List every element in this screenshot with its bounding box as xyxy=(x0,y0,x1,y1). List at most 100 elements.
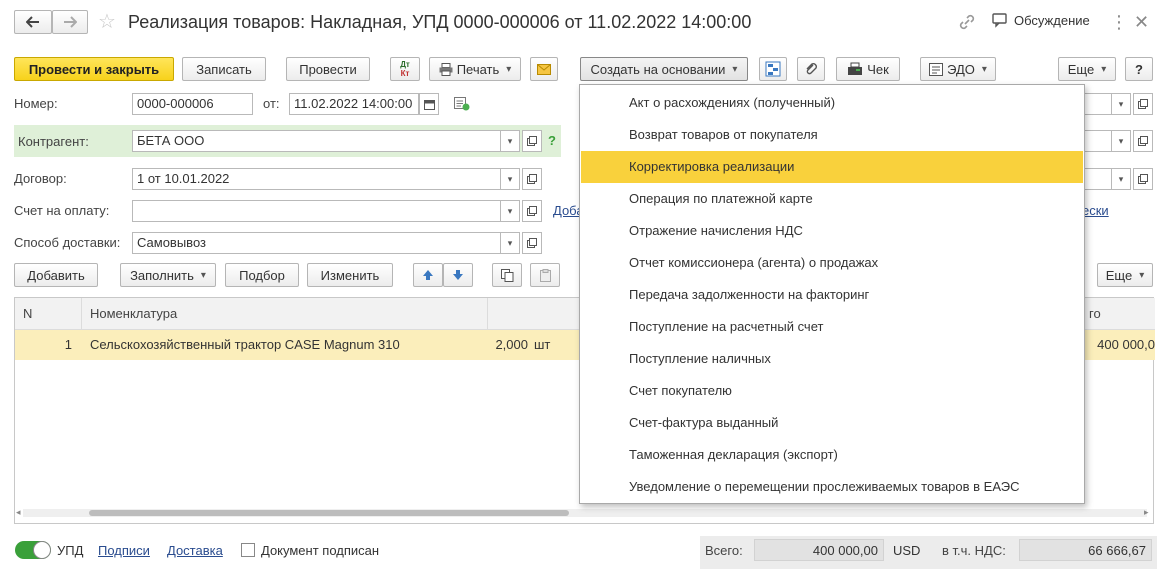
calendar-icon xyxy=(423,99,435,110)
cell-qty: 2,000 xyxy=(488,330,528,360)
menu-item[interactable]: Отчет комиссионера (агента) о продажах xyxy=(581,247,1083,279)
right-link[interactable]: ески xyxy=(1082,203,1109,218)
number-label: Номер: xyxy=(14,96,58,111)
contract-dropdown[interactable]: ▾ xyxy=(500,168,520,190)
dt-kt-button[interactable]: Дт Кт xyxy=(390,57,420,81)
attach-button[interactable] xyxy=(797,57,825,81)
move-down-button[interactable] xyxy=(443,263,473,287)
move-up-button[interactable] xyxy=(413,263,443,287)
right-field-3-dropdown[interactable]: ▾ xyxy=(1111,168,1131,190)
dt-kt-icon-top: Дт xyxy=(400,60,410,69)
upd-toggle-knob xyxy=(33,541,51,559)
discussion-button[interactable]: Обсуждение xyxy=(992,12,1090,28)
close-icon[interactable]: ✕ xyxy=(1134,10,1149,34)
counterparty-label: Контрагент: xyxy=(18,134,89,149)
calendar-button[interactable] xyxy=(419,93,439,115)
more-button[interactable]: Еще xyxy=(1058,57,1116,81)
upd-toggle[interactable] xyxy=(15,541,51,559)
menu-item[interactable]: Поступление наличных xyxy=(581,343,1083,375)
pick-button[interactable]: Подбор xyxy=(225,263,299,287)
col-header-n[interactable]: N xyxy=(15,298,82,330)
right-field-1-dropdown[interactable]: ▾ xyxy=(1111,93,1131,115)
currency-label: USD xyxy=(893,543,921,558)
upd-label: УПД xyxy=(57,543,84,558)
invoice-field[interactable] xyxy=(132,200,501,222)
create-based-on-button[interactable]: Создать на основании xyxy=(580,57,748,81)
menu-item[interactable]: Счет покупателю xyxy=(581,375,1083,407)
date-label: от: xyxy=(263,96,280,111)
table-more-button[interactable]: Еще xyxy=(1097,263,1153,287)
menu-item[interactable]: Счет-фактура выданный xyxy=(581,407,1083,439)
counterparty-help-icon[interactable]: ? xyxy=(548,133,556,148)
change-button[interactable]: Изменить xyxy=(307,263,393,287)
create-based-on-menu[interactable]: Акт о расхождениях (полученный) Возврат т… xyxy=(579,84,1085,504)
link-icon[interactable] xyxy=(958,13,976,34)
col-header-nomenclature[interactable]: Номенклатура xyxy=(82,298,488,330)
menu-item[interactable]: Корректировка реализации xyxy=(581,151,1083,183)
help-button[interactable]: ? xyxy=(1125,57,1153,81)
total-value: 400 000,00 xyxy=(754,539,884,561)
back-button[interactable] xyxy=(14,10,52,34)
menu-item[interactable]: Уведомление о перемещении прослеживаемых… xyxy=(581,471,1083,503)
email-button[interactable] xyxy=(530,57,558,81)
forward-button[interactable] xyxy=(52,10,88,34)
delivery-method-field[interactable]: Самовывоз xyxy=(132,232,501,254)
invoice-label: Счет на оплату: xyxy=(14,203,110,218)
invoice-dropdown[interactable]: ▾ xyxy=(500,200,520,222)
status-doc-icon[interactable] xyxy=(454,97,470,114)
menu-item[interactable]: Передача задолженности на факторинг xyxy=(581,279,1083,311)
envelope-icon xyxy=(537,63,551,75)
menu-item[interactable]: Операция по платежной карте xyxy=(581,183,1083,215)
vat-label: в т.ч. НДС: xyxy=(942,543,1006,558)
delivery-link[interactable]: Доставка xyxy=(167,543,223,558)
structure-button[interactable] xyxy=(759,57,787,81)
open-window-icon xyxy=(1138,99,1148,109)
cell-nomenclature: Сельскохозяйственный трактор CASE Magnum… xyxy=(82,330,429,360)
right-field-2-open[interactable] xyxy=(1133,130,1153,152)
right-field-3-open[interactable] xyxy=(1133,168,1153,190)
col-header-total[interactable]: го xyxy=(1081,298,1155,330)
post-button[interactable]: Провести xyxy=(286,57,370,81)
favorite-star-icon[interactable]: ☆ xyxy=(98,10,116,34)
delivery-method-open-button[interactable] xyxy=(522,232,542,254)
cash-register-icon xyxy=(848,62,863,75)
delivery-method-label: Способ доставки: xyxy=(14,235,121,250)
contract-open-button[interactable] xyxy=(522,168,542,190)
right-field-1-open[interactable] xyxy=(1133,93,1153,115)
number-field[interactable]: 0000-000006 xyxy=(132,93,253,115)
invoice-open-button[interactable] xyxy=(522,200,542,222)
menu-item[interactable]: Таможенная декларация (экспорт) xyxy=(581,439,1083,471)
menu-item[interactable]: Поступление на расчетный счет xyxy=(581,311,1083,343)
right-field-2-dropdown[interactable]: ▾ xyxy=(1111,130,1131,152)
open-window-icon xyxy=(527,206,537,216)
delivery-method-dropdown[interactable]: ▾ xyxy=(500,232,520,254)
menu-item[interactable]: Отражение начисления НДС xyxy=(581,215,1083,247)
signatures-link[interactable]: Подписи xyxy=(98,543,150,558)
copy-row-button[interactable] xyxy=(492,263,522,287)
cell-n: 1 xyxy=(15,330,82,360)
scrollbar-thumb[interactable] xyxy=(89,510,569,516)
counterparty-dropdown[interactable]: ▾ xyxy=(500,130,520,152)
col-header-qty[interactable] xyxy=(488,298,580,330)
horizontal-scrollbar[interactable] xyxy=(23,509,1147,517)
cell-spacer xyxy=(429,330,488,360)
add-row-button[interactable]: Добавить xyxy=(14,263,98,287)
print-button[interactable]: Печать xyxy=(429,57,521,81)
menu-item[interactable]: Возврат товаров от покупателя xyxy=(581,119,1083,151)
fill-button[interactable]: Заполнить xyxy=(120,263,216,287)
menu-item[interactable]: Акт о расхождениях (полученный) xyxy=(581,87,1083,119)
counterparty-open-button[interactable] xyxy=(522,130,542,152)
post-and-close-button[interactable]: Провести и закрыть xyxy=(14,57,174,81)
signed-checkbox[interactable] xyxy=(241,543,255,557)
save-button[interactable]: Записать xyxy=(182,57,266,81)
counterparty-field[interactable]: БЕТА ООО xyxy=(132,130,501,152)
paste-row-button[interactable] xyxy=(530,263,560,287)
menu-dots-icon[interactable]: ⋮ xyxy=(1110,10,1128,34)
scroll-left-icon[interactable]: ◂ xyxy=(16,507,21,518)
open-window-icon xyxy=(1138,136,1148,146)
scroll-right-icon[interactable]: ▸ xyxy=(1144,507,1149,518)
date-field[interactable]: 11.02.2022 14:00:00 xyxy=(289,93,419,115)
edo-button[interactable]: ЭДО xyxy=(920,57,996,81)
receipt-button[interactable]: Чек xyxy=(836,57,900,81)
contract-field[interactable]: 1 от 10.01.2022 xyxy=(132,168,501,190)
